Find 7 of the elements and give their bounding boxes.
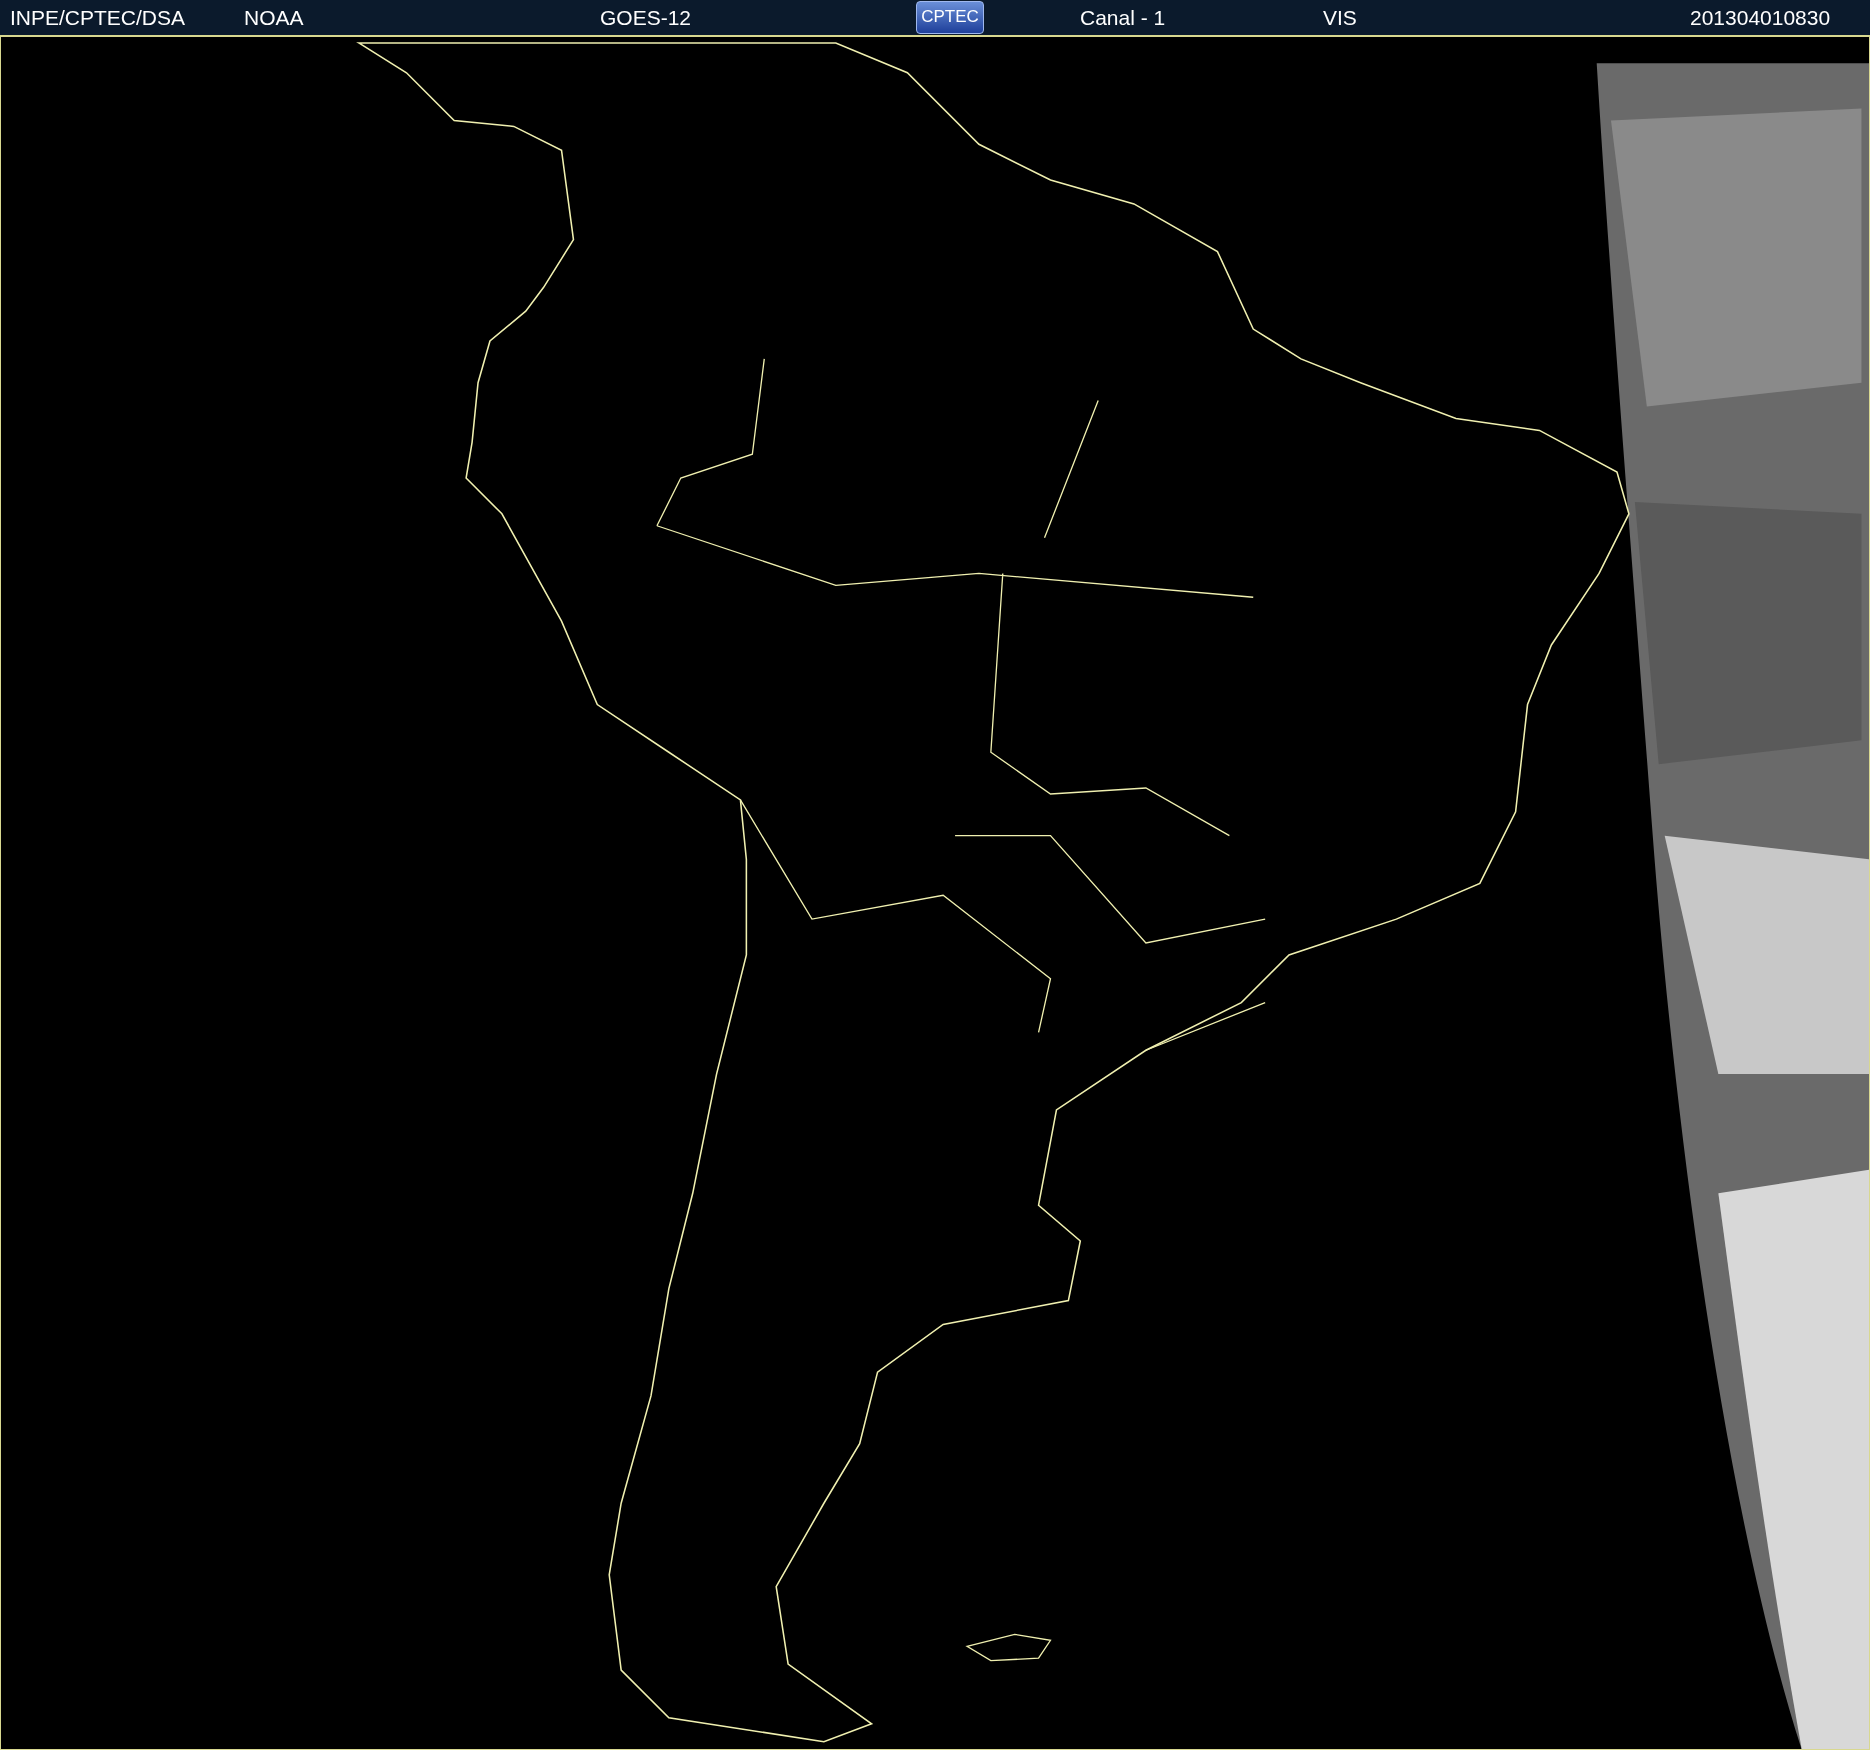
header-label: INPE/CPTEC/DSA [10,5,186,30]
cptec-logo: CPTEC [916,1,984,34]
header-label: 201304010830 [1690,5,1831,30]
header-label: NOAA [244,5,304,30]
header-label: GOES-12 [600,5,692,30]
header-label: VIS [1323,5,1357,30]
header-label: Canal - 1 [1080,5,1166,30]
